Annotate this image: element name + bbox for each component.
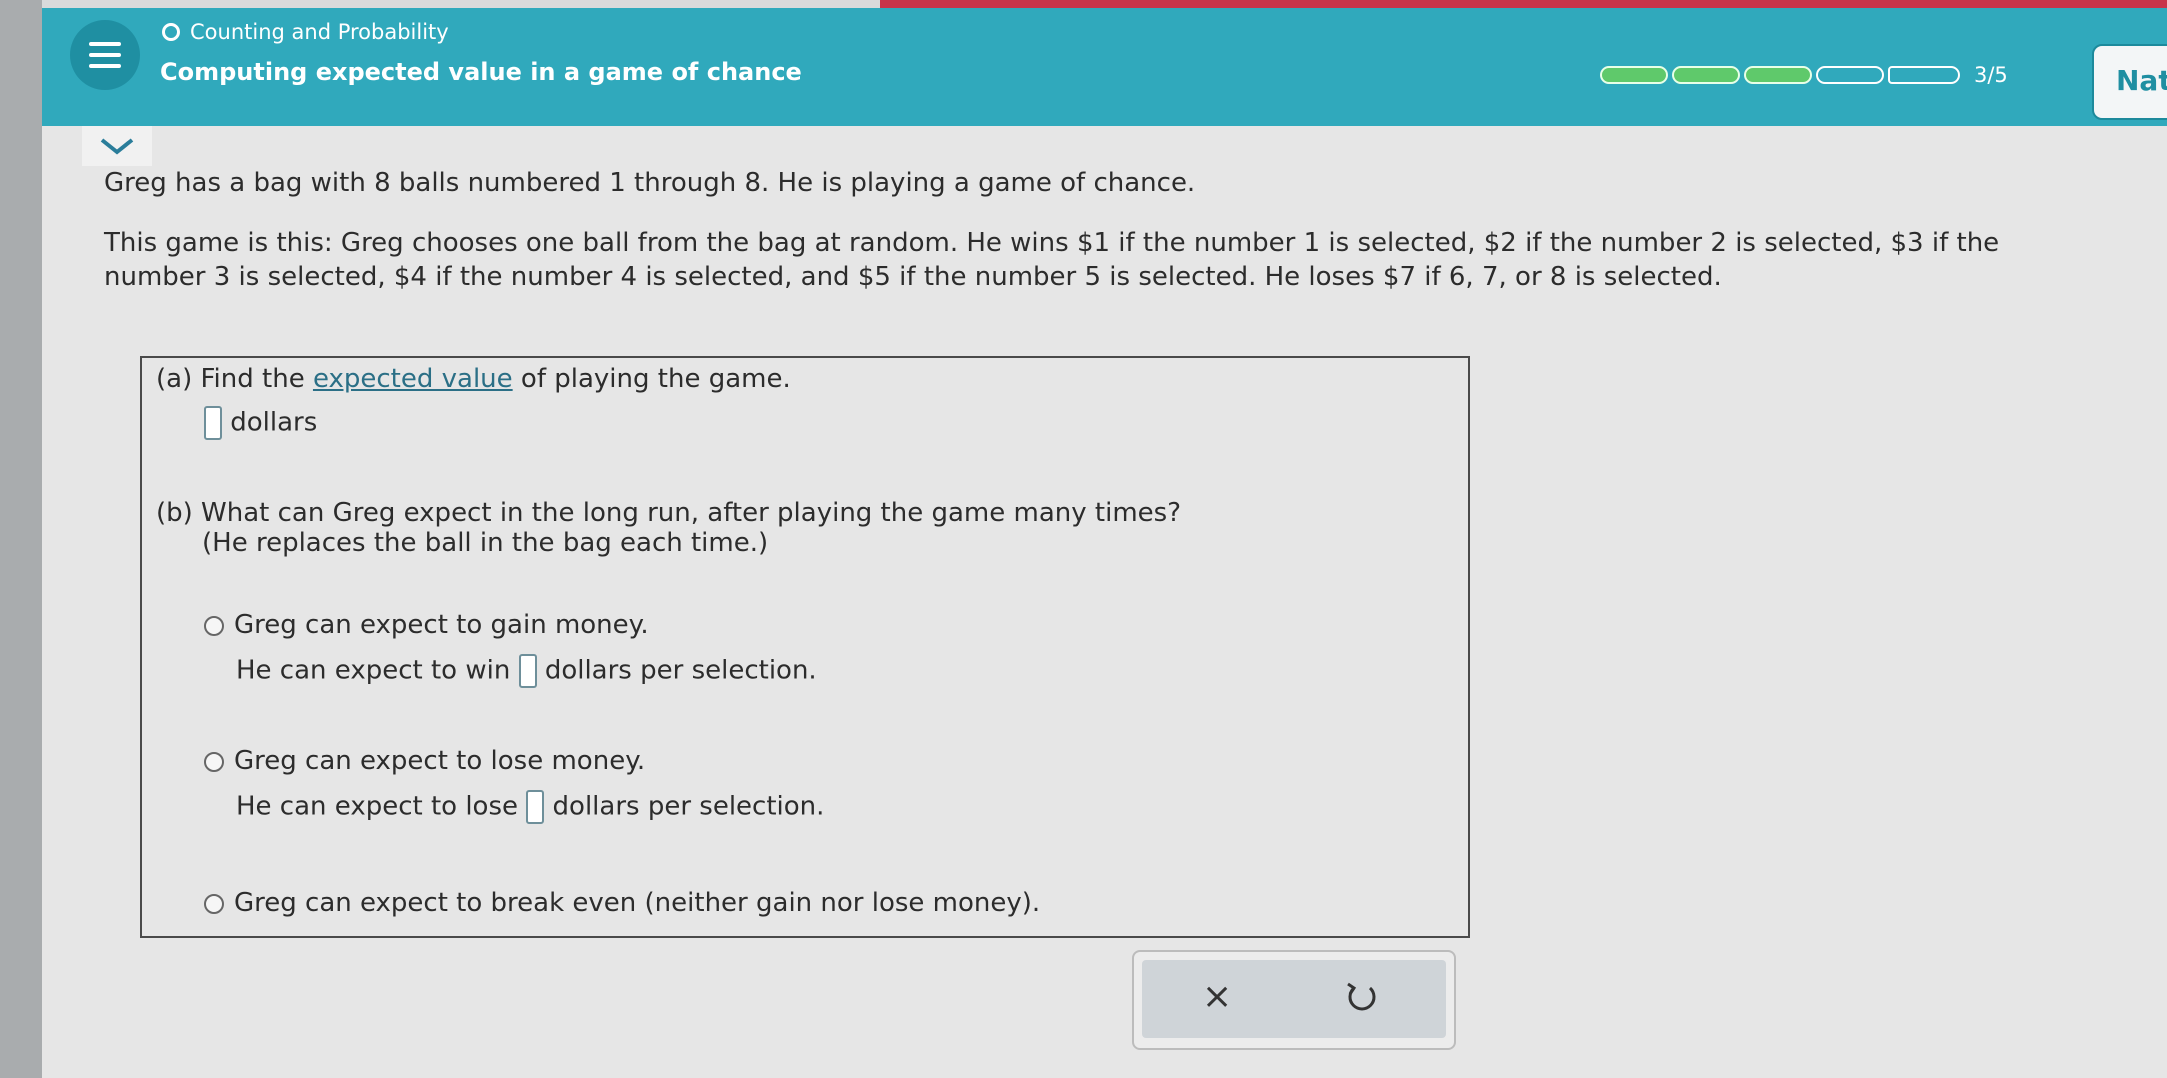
action-bar-inner: ×: [1142, 960, 1446, 1038]
part-b-note: (He replaces the ball in the bag each ti…: [202, 528, 769, 558]
action-bar: ×: [1132, 950, 1456, 1050]
radio-gain[interactable]: [204, 615, 224, 636]
topic-row: Counting and Probability: [162, 20, 449, 44]
answer-box: (a) Find the expected value of playing t…: [140, 356, 1470, 938]
lose-amount-input[interactable]: [526, 790, 545, 824]
progress-segment: [1600, 66, 1668, 84]
clear-button[interactable]: ×: [1202, 976, 1232, 1017]
radio-lose[interactable]: [204, 751, 224, 772]
part-a-question: (a) Find the expected value of playing t…: [156, 364, 791, 394]
progress-segment: [1672, 66, 1740, 84]
menu-button[interactable]: [70, 20, 140, 90]
next-button[interactable]: Nat: [2092, 44, 2167, 120]
option-gain-detail: He can expect to win dollars per selecti…: [236, 654, 817, 688]
expected-value-link[interactable]: expected value: [313, 364, 513, 394]
option-break-even[interactable]: Greg can expect to break even (neither g…: [204, 888, 1040, 918]
progress-bar: 3/5: [1600, 63, 2008, 87]
undo-icon: [1347, 982, 1376, 1011]
collapse-button[interactable]: [82, 126, 152, 166]
lesson-header: Counting and Probability Computing expec…: [42, 8, 2167, 126]
window-left-edge: [0, 0, 42, 1078]
topic-label: Counting and Probability: [190, 20, 449, 44]
progress-text: 3/5: [1974, 63, 2008, 87]
question-panel: Greg has a bag with 8 balls numbered 1 t…: [42, 126, 2167, 1078]
problem-statement-1: Greg has a bag with 8 balls numbered 1 t…: [104, 168, 1196, 198]
option-lose[interactable]: Greg can expect to lose money.: [204, 746, 645, 776]
progress-segment: [1816, 66, 1884, 84]
radio-break-even[interactable]: [204, 893, 224, 914]
lesson-title: Computing expected value in a game of ch…: [160, 58, 802, 86]
part-b-question: (b) What can Greg expect in the long run…: [156, 498, 1181, 528]
option-lose-detail: He can expect to lose dollars per select…: [236, 790, 824, 824]
option-gain[interactable]: Greg can expect to gain money.: [204, 610, 649, 640]
win-amount-input[interactable]: [518, 654, 537, 688]
chevron-down-icon: [100, 138, 134, 155]
undo-button[interactable]: [1342, 978, 1382, 1022]
part-a-answer: dollars: [204, 406, 317, 440]
progress-segment: [1888, 66, 1960, 84]
part-a-input[interactable]: [204, 406, 222, 440]
progress-segment: [1744, 66, 1812, 84]
topic-circle-icon: [162, 23, 180, 41]
problem-statement-2: This game is this: Greg chooses one ball…: [104, 228, 2000, 292]
menu-icon: [89, 42, 121, 46]
